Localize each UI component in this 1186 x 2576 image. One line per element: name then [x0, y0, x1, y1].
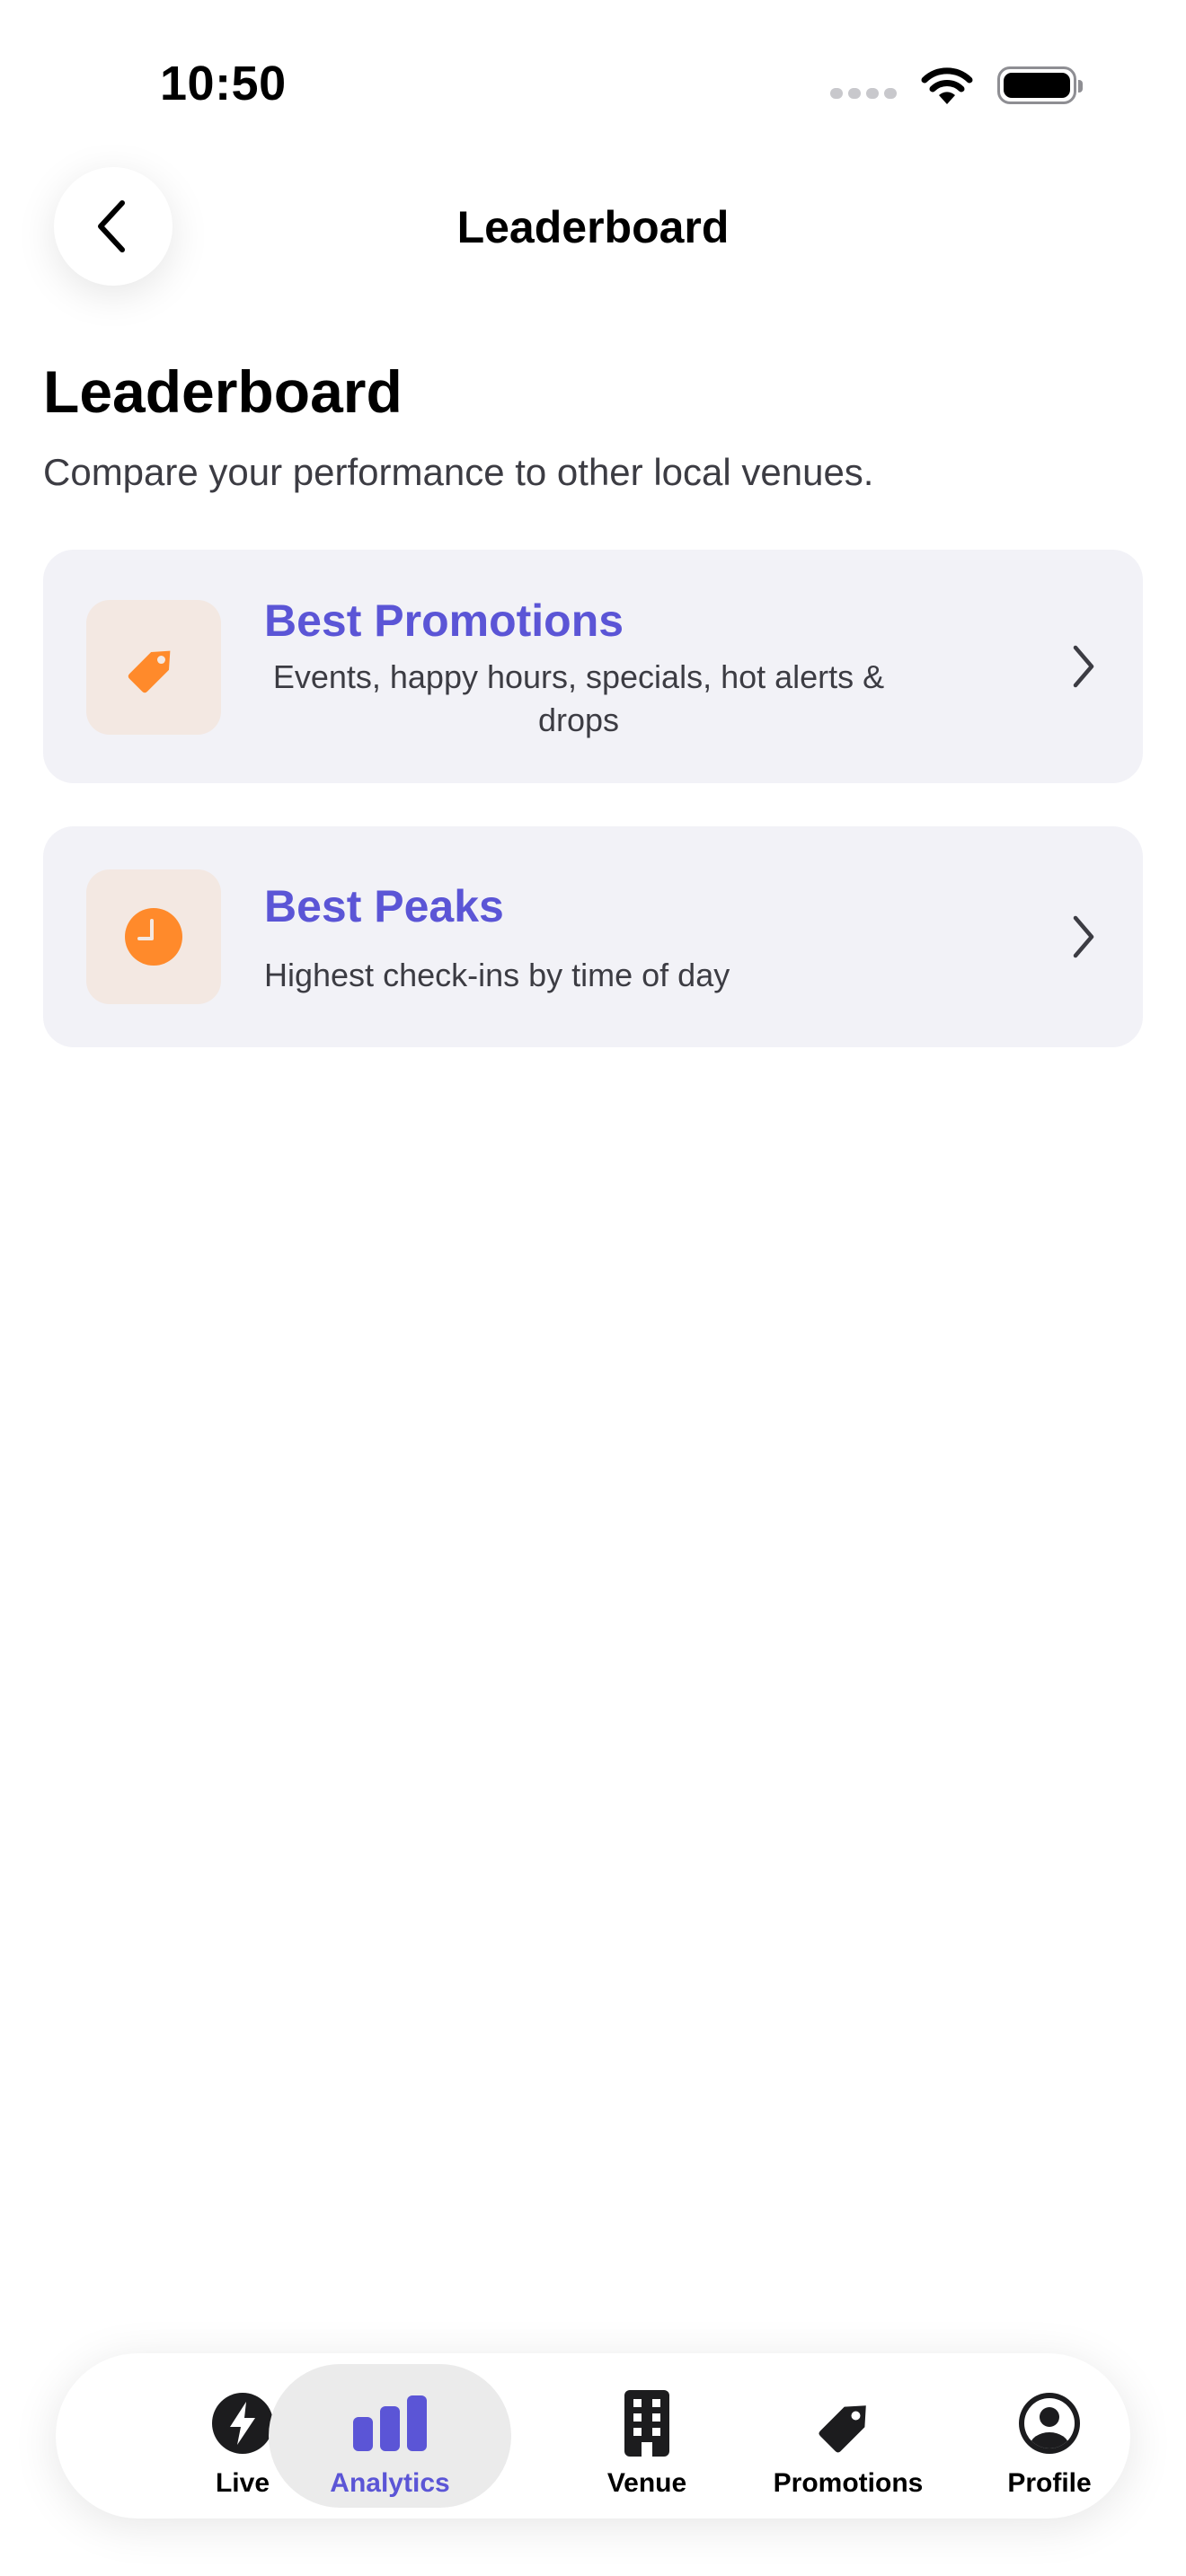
tab-label: Live	[215, 2468, 270, 2498]
tab-profile[interactable]: Profile	[951, 2364, 1148, 2508]
card-title: Best Promotions	[264, 595, 624, 646]
leaderboard-screen: 10:50 Leaderboard Leaderboard Compare yo…	[0, 0, 1186, 2576]
battery-icon	[997, 66, 1083, 104]
best-promotions-card[interactable]: Best Promotions Events, happy hours, spe…	[43, 550, 1143, 783]
best-peaks-card[interactable]: Best Peaks Highest check-ins by time of …	[43, 826, 1143, 1047]
card-description: Highest check-ins by time of day	[264, 957, 730, 993]
card-icon-container	[86, 869, 221, 1004]
wifi-icon	[921, 67, 973, 104]
bar-chart-icon	[350, 2387, 430, 2459]
cellular-signal-icon	[830, 88, 897, 99]
nav-title: Leaderboard	[456, 202, 730, 252]
tab-bar: Live Analytics Venue Promotions Profile	[56, 2353, 1130, 2519]
clock-icon	[125, 908, 182, 966]
bolt-icon	[210, 2387, 275, 2459]
status-icons	[830, 65, 1083, 106]
tab-venue[interactable]: Venue	[548, 2364, 746, 2508]
card-title: Best Peaks	[264, 881, 504, 931]
tab-label: Venue	[606, 2468, 687, 2498]
tab-label: Profile	[1007, 2468, 1092, 2498]
card-description: Events, happy hours, specials, hot alert…	[272, 658, 885, 738]
tab-label: Analytics	[330, 2468, 450, 2498]
tab-promotions[interactable]: Promotions	[749, 2364, 947, 2508]
status-time: 10:50	[160, 57, 287, 110]
page-subtitle: Compare your performance to other local …	[43, 451, 874, 493]
building-icon	[623, 2387, 671, 2459]
person-icon	[1017, 2387, 1082, 2459]
tab-label: Promotions	[773, 2468, 924, 2498]
tag-icon	[810, 2387, 886, 2459]
tab-analytics[interactable]: Analytics	[269, 2364, 511, 2508]
tag-icon	[128, 650, 171, 693]
chevron-right-icon	[1066, 640, 1102, 693]
card-icon-container	[86, 600, 221, 735]
page-title: Leaderboard	[43, 358, 403, 425]
chevron-right-icon	[1066, 910, 1102, 964]
